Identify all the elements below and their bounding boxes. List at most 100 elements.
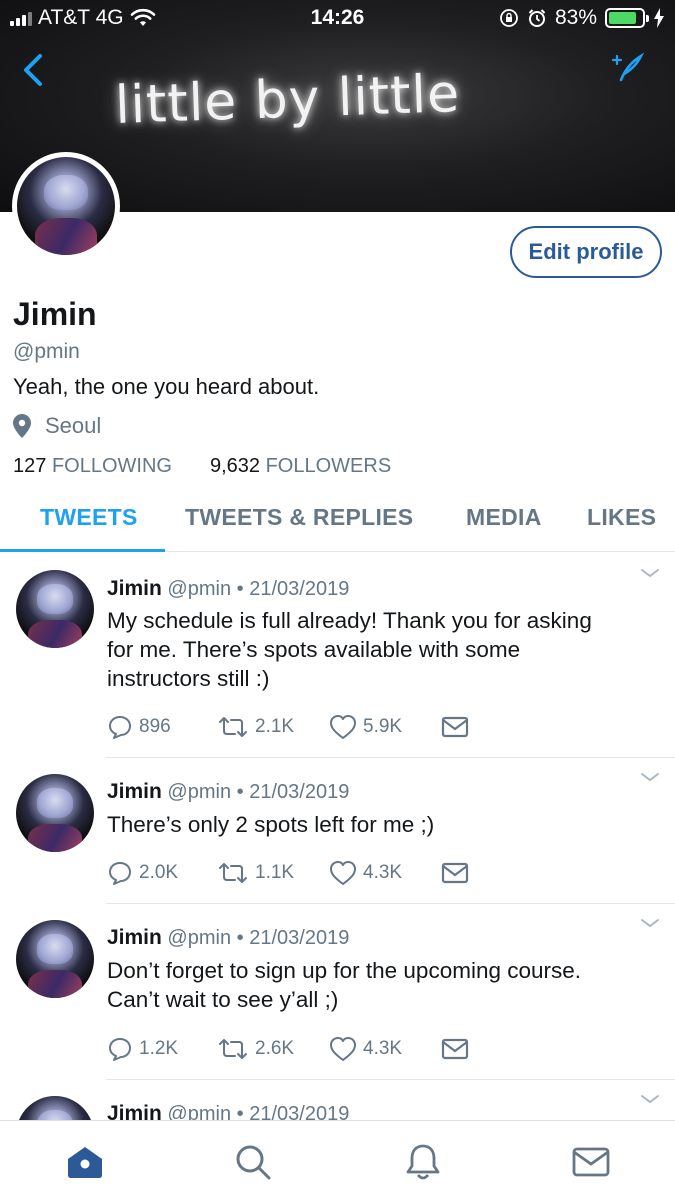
chevron-down-icon[interactable] [639, 1092, 661, 1106]
nav-home[interactable] [64, 1141, 106, 1183]
like-button[interactable]: 4.3K [329, 1036, 441, 1062]
tweet-text-line: There’s only 2 spots left for me ;) [107, 812, 435, 837]
tweet-text-line: instructors still :) [107, 666, 270, 691]
tweet-item[interactable]: Jimin @pmin • 21/03/2019 There’s only 2 … [0, 758, 675, 904]
tweet-text-line: Can’t wait to see y’all ;) [107, 987, 339, 1012]
retweet-button[interactable]: 2.1K [217, 715, 329, 739]
tweet-actions: 1.2K 2.6K 4.3K [107, 1036, 469, 1062]
rotation-lock-icon [500, 9, 518, 27]
compose-button[interactable] [611, 50, 645, 84]
tab-likes[interactable]: LIKES [587, 504, 656, 531]
chevron-down-icon[interactable] [639, 916, 661, 930]
reply-count: 1.2K [139, 1038, 179, 1059]
bottom-tab-bar [0, 1120, 675, 1200]
tweet-text: Don’t forget to sign up for the upcoming… [107, 956, 652, 1014]
following-label: FOLLOWING [51, 455, 172, 477]
tweet-header: Jimin @pmin • 21/03/2019 [107, 926, 349, 950]
direct-message-button[interactable] [441, 862, 469, 884]
heart-icon [330, 1037, 356, 1061]
profile-bio: Yeah, the one you heard about. [13, 374, 320, 399]
followers-stat[interactable]: 9,632 FOLLOWERS [210, 455, 391, 478]
followers-label: FOLLOWERS [265, 455, 392, 477]
heart-icon [330, 715, 356, 739]
tweet-date: 21/03/2019 [249, 781, 350, 803]
battery-fill [609, 12, 636, 24]
tab-tweets-and-replies[interactable]: TWEETS & REPLIES [185, 504, 413, 531]
profile-tabs: TWEETS TWEETS & REPLIES MEDIA LIKES [0, 492, 675, 552]
tweet-separator: • [236, 927, 244, 949]
tweet-author-handle: @pmin [167, 927, 232, 949]
tweet-author-name: Jimin [107, 780, 162, 803]
tweet-text-line: for me. There’s spots available with som… [107, 637, 521, 662]
like-count: 5.9K [363, 716, 403, 737]
reply-button[interactable]: 2.0K [107, 860, 217, 886]
profile-name: Jimin [13, 296, 97, 332]
tweet-author-handle: @pmin [167, 1103, 232, 1120]
profile-avatar[interactable] [12, 152, 120, 260]
tweet-separator: • [236, 1103, 244, 1120]
alarm-icon [528, 9, 546, 27]
tweet-author-name: Jimin [107, 577, 162, 600]
charging-bolt-icon [654, 8, 664, 28]
envelope-icon [441, 1038, 469, 1060]
like-button[interactable]: 5.9K [329, 714, 441, 740]
retweet-count: 2.1K [255, 716, 295, 737]
back-button[interactable] [16, 48, 52, 92]
tweet-author-name: Jimin [107, 926, 162, 949]
edit-profile-button[interactable]: Edit profile [510, 226, 662, 278]
home-icon [68, 1147, 102, 1178]
tweet-item[interactable]: Jimin @pmin • 21/03/2019 Don’t forget to… [0, 904, 675, 1080]
retweet-count: 2.6K [255, 1038, 295, 1059]
tab-tweets[interactable]: TWEETS [40, 504, 138, 531]
tweet-header: Jimin @pmin • 21/03/2019 [107, 780, 349, 804]
retweet-button[interactable]: 1.1K [217, 861, 329, 885]
tweet-date: 21/03/2019 [249, 927, 350, 949]
map-pin-icon [13, 414, 31, 438]
tweet-author-handle: @pmin [167, 781, 232, 803]
heart-icon [330, 861, 356, 885]
reply-bubble-icon [109, 1038, 131, 1061]
nav-notifications[interactable] [402, 1141, 444, 1183]
nav-messages[interactable] [570, 1141, 612, 1183]
tweet-header: Jimin @pmin • 21/03/2019 [107, 1102, 349, 1120]
direct-message-button[interactable] [441, 716, 469, 738]
retweet-count: 1.1K [255, 862, 295, 883]
envelope-icon [441, 716, 469, 738]
tweet-avatar[interactable] [16, 570, 94, 648]
reply-bubble-icon [109, 716, 131, 739]
chevron-down-icon[interactable] [639, 770, 661, 784]
battery-percent: 83% [554, 6, 597, 29]
battery-icon [605, 8, 649, 28]
tab-media[interactable]: MEDIA [466, 504, 542, 531]
retweet-button[interactable]: 2.6K [217, 1037, 329, 1061]
tweet-header: Jimin @pmin • 21/03/2019 [107, 577, 349, 601]
profile-avatar-image [17, 157, 115, 255]
direct-message-button[interactable] [441, 1038, 469, 1060]
retweet-icon [219, 863, 247, 883]
tweet-author-name: Jimin [107, 1102, 162, 1120]
tweet-item[interactable]: Jimin @pmin • 21/03/2019 My schedule is … [0, 560, 675, 758]
nav-search[interactable] [232, 1141, 274, 1183]
chevron-down-icon[interactable] [639, 566, 661, 580]
tweet-avatar[interactable] [16, 920, 94, 998]
following-stat[interactable]: 127 FOLLOWING [13, 455, 172, 478]
banner-neon-text: little by little [114, 63, 462, 137]
chevron-left-icon [24, 54, 42, 86]
tweet-separator: • [236, 781, 244, 803]
reply-bubble-icon [109, 862, 131, 885]
reply-count: 2.0K [139, 862, 179, 883]
following-count: 127 [13, 455, 47, 477]
retweet-icon [219, 1039, 247, 1059]
envelope-icon [441, 862, 469, 884]
like-button[interactable]: 4.3K [329, 860, 441, 886]
tweet-author-handle: @pmin [167, 578, 232, 600]
status-right: 83% [499, 6, 665, 30]
tweet-avatar[interactable] [16, 774, 94, 852]
tweet-item[interactable]: Jimin @pmin • 21/03/2019 [0, 1080, 675, 1120]
bell-icon [406, 1144, 440, 1180]
profile-handle: @pmin [13, 340, 80, 363]
reply-button[interactable]: 1.2K [107, 1036, 217, 1062]
reply-button[interactable]: 896 [107, 714, 217, 740]
tweet-avatar[interactable] [16, 1096, 94, 1120]
reply-count: 896 [139, 716, 171, 737]
